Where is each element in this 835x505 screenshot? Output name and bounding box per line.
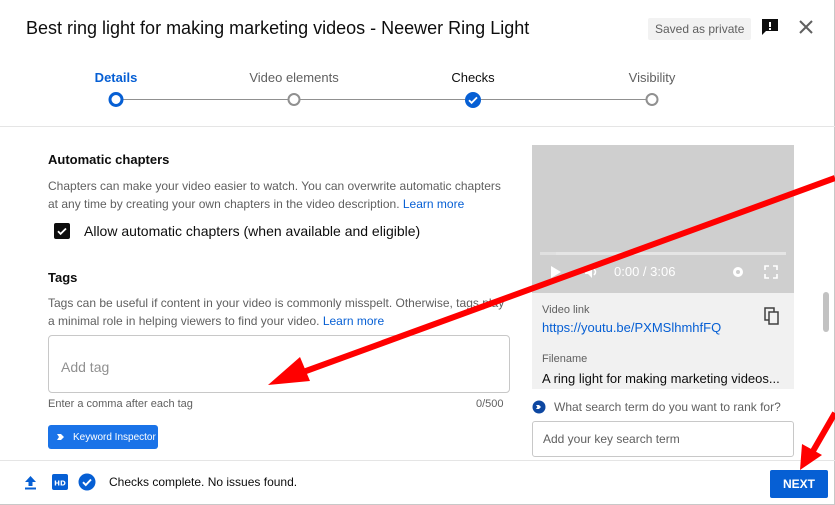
- tags-input-placeholder: Add tag: [61, 359, 110, 375]
- copy-icon[interactable]: [764, 307, 780, 325]
- tags-heading: Tags: [48, 270, 78, 285]
- rank-question-text: What search term do you want to rank for…: [554, 400, 781, 414]
- hd-icon: HD: [52, 474, 68, 490]
- checks-status: Checks complete. No issues found.: [109, 475, 298, 489]
- chapters-heading: Automatic chapters: [48, 152, 170, 167]
- play-icon[interactable]: [550, 265, 562, 279]
- step-dot-details[interactable]: [108, 92, 124, 107]
- tags-description-text: Tags can be useful if content in your vi…: [48, 296, 505, 328]
- video-info-panel: Video link https://youtu.be/PXMSlhmhfFQ …: [532, 293, 794, 389]
- auto-chapters-checkbox[interactable]: [54, 223, 70, 239]
- fullscreen-icon[interactable]: [764, 265, 778, 279]
- tab-details[interactable]: Details: [95, 70, 138, 85]
- video-progress-bar[interactable]: [540, 252, 786, 255]
- svg-text:HD: HD: [54, 480, 66, 488]
- tags-description: Tags can be useful if content in your vi…: [48, 294, 510, 330]
- tab-video-elements[interactable]: Video elements: [249, 70, 338, 85]
- dialog-header: Best ring light for making marketing vid…: [0, 0, 835, 58]
- upload-icon: [25, 476, 36, 490]
- filename-value: A ring light for making marketing videos…: [542, 371, 780, 386]
- tags-hint: Enter a comma after each tag: [48, 398, 193, 410]
- tags-input[interactable]: Add tag: [48, 335, 510, 393]
- upload-dialog: Best ring light for making marketing vid…: [0, 0, 835, 505]
- next-button[interactable]: NEXT: [770, 470, 828, 498]
- checks-complete-icon: [78, 473, 96, 491]
- video-preview[interactable]: 0:00 / 3:06: [532, 145, 794, 293]
- extension-logo-icon: [532, 400, 546, 414]
- key-search-term-input[interactable]: Add your key search term: [532, 421, 794, 457]
- tags-char-count: 0/500: [476, 398, 504, 410]
- video-link-label: Video link: [542, 304, 590, 316]
- video-link[interactable]: https://youtu.be/PXMSlhmhfFQ: [542, 320, 721, 335]
- tab-checks[interactable]: Checks: [451, 70, 494, 85]
- keyword-inspector-button[interactable]: Keyword Inspector: [48, 425, 158, 449]
- tab-visibility[interactable]: Visibility: [629, 70, 676, 85]
- stepper-line: [116, 99, 652, 100]
- step-dot-visibility[interactable]: [645, 93, 659, 106]
- step-dot-video-elements[interactable]: [287, 93, 301, 106]
- volume-icon[interactable]: [584, 265, 600, 279]
- filename-label: Filename: [542, 353, 588, 365]
- feedback-icon[interactable]: [760, 17, 780, 37]
- scrollbar-thumb[interactable]: [823, 292, 829, 332]
- auto-chapters-option[interactable]: Allow automatic chapters (when available…: [54, 223, 420, 239]
- video-title: Best ring light for making marketing vid…: [26, 18, 530, 38]
- chapters-learn-more-link[interactable]: Learn more: [403, 197, 464, 211]
- rank-question: What search term do you want to rank for…: [532, 400, 781, 414]
- video-time: 0:00 / 3:06: [614, 264, 676, 279]
- chapters-description: Chapters can make your video easier to w…: [48, 177, 510, 213]
- close-icon[interactable]: [796, 17, 816, 37]
- keyword-inspector-label: Keyword Inspector: [73, 431, 156, 443]
- saved-status-badge: Saved as private: [648, 18, 752, 40]
- keyword-inspector-icon: [57, 434, 64, 440]
- step-dot-checks[interactable]: [465, 92, 481, 108]
- dialog-footer: HD Checks complete. No issues found. NEX…: [0, 460, 835, 504]
- settings-gear-icon[interactable]: [731, 265, 745, 279]
- auto-chapters-label: Allow automatic chapters (when available…: [84, 223, 421, 239]
- progress-stepper: Details Video elements Checks Visibility: [0, 58, 835, 127]
- dialog-body: Automatic chapters Chapters can make you…: [0, 127, 835, 460]
- check-icon: [57, 227, 67, 236]
- tags-learn-more-link[interactable]: Learn more: [323, 314, 384, 328]
- checkmark-icon: [468, 96, 478, 105]
- video-progress-fill: [540, 252, 556, 255]
